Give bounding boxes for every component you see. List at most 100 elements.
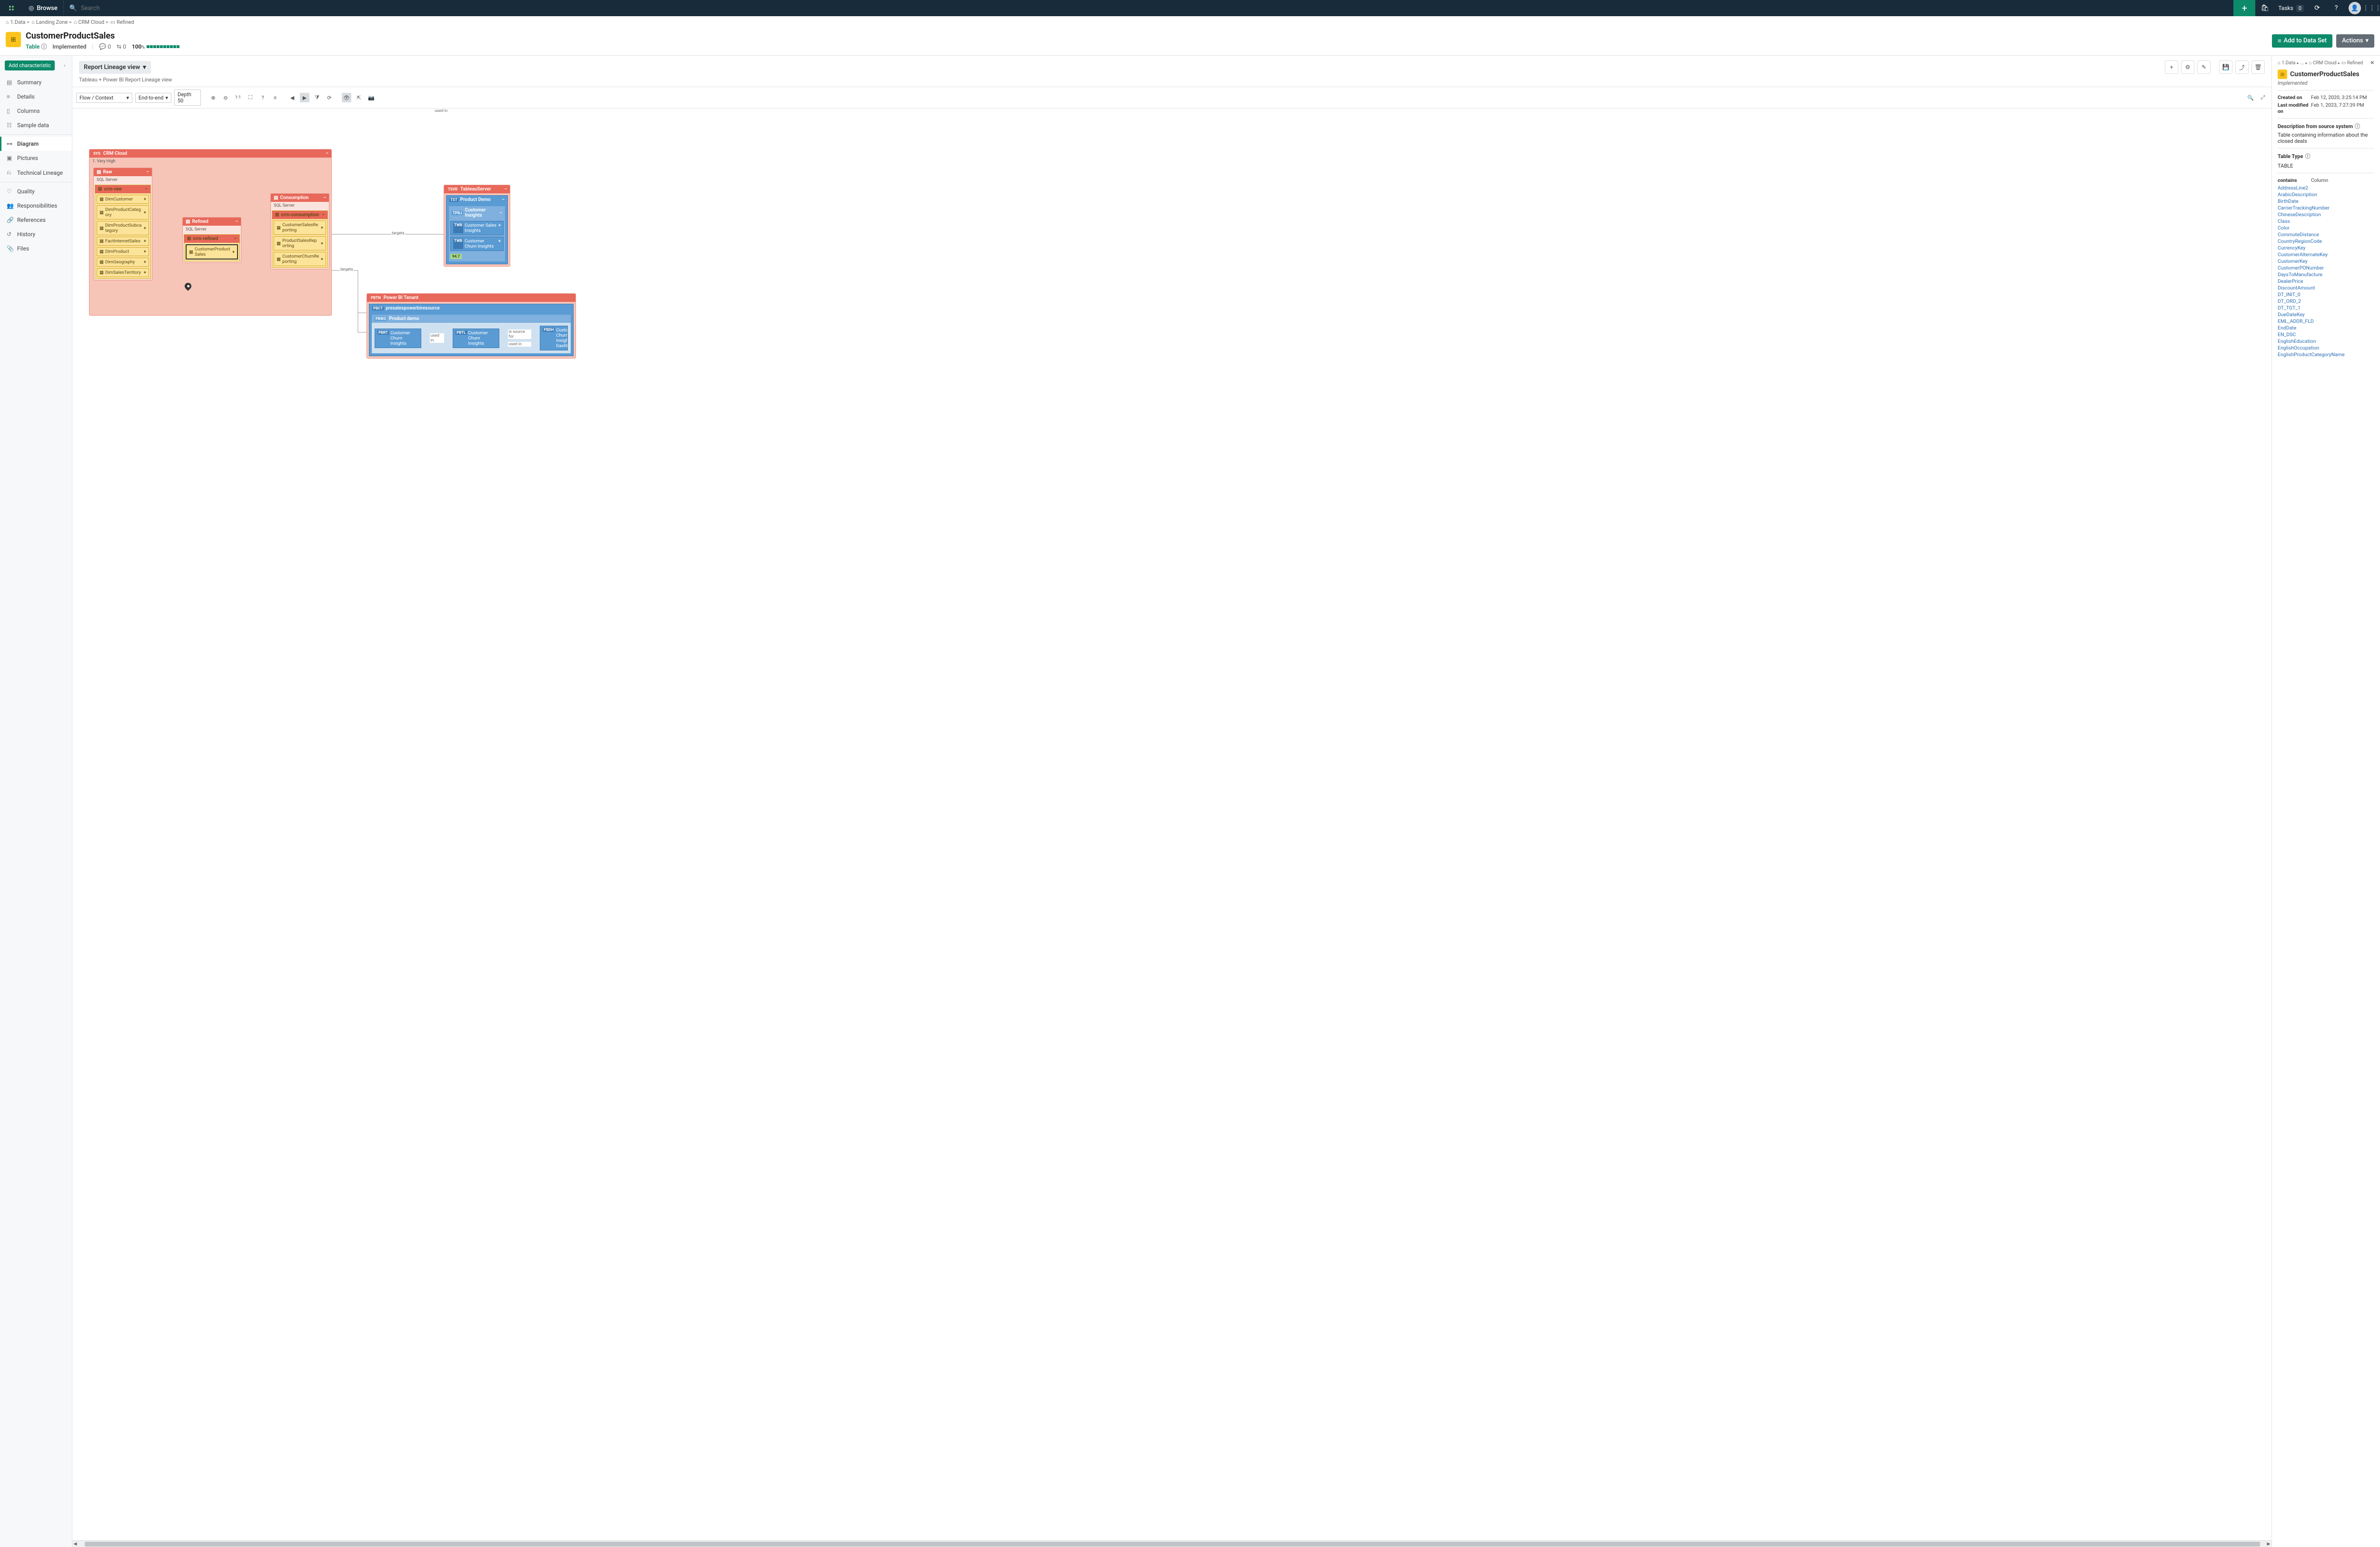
- crumb[interactable]: ...: [2301, 60, 2304, 66]
- delete-toolbar-button[interactable]: 🗑: [2251, 60, 2265, 74]
- node-refined[interactable]: ▤Refined− SQL Server ⊞crm-refined− ▦Cust…: [182, 217, 241, 263]
- sidebar-item-pictures[interactable]: ▣Pictures: [0, 151, 72, 165]
- expand-icon[interactable]: +: [498, 223, 501, 233]
- refresh-diagram-button[interactable]: ⟳: [325, 93, 334, 102]
- node-table-productsalesreporting[interactable]: ▦ProductSalesReporting+: [274, 236, 326, 250]
- help-button[interactable]: ?: [2327, 0, 2346, 16]
- refresh-button[interactable]: ⟳: [2308, 0, 2327, 16]
- search-diagram-button[interactable]: 🔍: [2246, 93, 2255, 102]
- sidebar-item-sample-data[interactable]: ☷Sample data: [0, 118, 72, 132]
- expand-icon[interactable]: +: [144, 226, 146, 231]
- sidebar-item-diagram[interactable]: ⊶Diagram: [0, 137, 72, 151]
- column-link[interactable]: CustomerPONumber: [2278, 265, 2374, 271]
- crumb[interactable]: ▭ Refined: [2341, 60, 2363, 66]
- info-icon[interactable]: ⓘ: [2355, 122, 2360, 130]
- info-icon[interactable]: ⓘ: [2305, 152, 2310, 160]
- collapse-icon[interactable]: −: [504, 187, 507, 192]
- close-icon[interactable]: ✕: [2370, 60, 2374, 66]
- sidebar-item-quality[interactable]: ♡Quality: [0, 184, 72, 199]
- sidebar-item-files[interactable]: 📎Files: [0, 241, 72, 256]
- search-bar[interactable]: 🔍: [64, 5, 2234, 12]
- column-link[interactable]: ChineseDescription: [2278, 211, 2374, 218]
- add-button[interactable]: +: [2233, 0, 2255, 16]
- crumb-refined[interactable]: ▭ Refined: [110, 19, 134, 25]
- node-table-dimproductcategory[interactable]: ▦DimProductCategory+: [97, 205, 149, 220]
- zoom-11-button[interactable]: 1:1: [233, 93, 243, 102]
- diagram-canvas[interactable]: targets targets targets targets used in …: [72, 109, 2271, 1540]
- fit-button[interactable]: ⛶: [246, 93, 255, 102]
- collapse-icon[interactable]: −: [145, 187, 148, 192]
- horizontal-scrollbar[interactable]: ◀ ▶: [72, 1540, 2271, 1547]
- collapse-right-button[interactable]: ▶: [300, 93, 309, 102]
- camera-button[interactable]: 📷: [367, 93, 376, 102]
- column-link[interactable]: EndDate: [2278, 325, 2374, 331]
- node-pbi-tile[interactable]: PBTLCustomer Churn Insights: [453, 329, 499, 348]
- column-link[interactable]: CustomerAlternateKey: [2278, 251, 2374, 258]
- scroll-right-icon[interactable]: ▶: [2266, 1542, 2271, 1547]
- list-button[interactable]: ≡: [270, 93, 280, 102]
- column-link[interactable]: EN_DSC: [2278, 331, 2374, 338]
- expand-icon[interactable]: +: [144, 210, 146, 215]
- edit-toolbar-button[interactable]: ✎: [2197, 60, 2211, 74]
- column-link[interactable]: DiscountAmount: [2278, 285, 2374, 291]
- column-link[interactable]: CarrierTrackingNumber: [2278, 205, 2374, 211]
- column-link[interactable]: DealerPrice: [2278, 278, 2374, 284]
- quality-score[interactable]: 100%: [132, 43, 179, 50]
- browse-button[interactable]: ◎ Browse: [23, 0, 64, 16]
- collapse-icon[interactable]: −: [323, 195, 326, 200]
- filter-button[interactable]: ⧩: [312, 93, 322, 102]
- node-table-customersalesreporting[interactable]: ▦CustomerSalesReporting+: [274, 220, 326, 235]
- zoom-out-button[interactable]: ⊖: [221, 93, 230, 102]
- column-link[interactable]: CurrencyKey: [2278, 245, 2374, 251]
- crumb-data[interactable]: ⌂ 1.Data: [6, 19, 26, 25]
- node-table-dimcustomer[interactable]: ▦DimCustomer+: [97, 195, 149, 204]
- collapse-icon[interactable]: −: [235, 219, 238, 224]
- collapse-icon[interactable]: −: [499, 210, 502, 216]
- depth-input[interactable]: Depth 50: [174, 90, 201, 106]
- column-link[interactable]: EnglishOccupation: [2278, 345, 2374, 351]
- fullscreen-button[interactable]: ⤢: [2258, 93, 2268, 102]
- expand-icon[interactable]: +: [144, 249, 146, 254]
- node-table-dimsalesterritory[interactable]: ▦DimSalesTerritory+: [97, 268, 149, 277]
- collapse-sidebar-button[interactable]: ‹: [64, 62, 67, 69]
- search-input[interactable]: [81, 5, 176, 12]
- settings-toolbar-button[interactable]: ⚙: [2181, 60, 2194, 74]
- collapse-icon[interactable]: −: [234, 236, 237, 241]
- column-link[interactable]: Class: [2278, 218, 2374, 224]
- node-table-factinternetsales[interactable]: ▦FactInternetSales+: [97, 237, 149, 246]
- export-button[interactable]: ⇱: [354, 93, 364, 102]
- column-link[interactable]: DaysToManufacture: [2278, 271, 2374, 278]
- node-workbook-sales[interactable]: TWBCustomer Sales Insights+: [450, 221, 504, 235]
- expand-icon[interactable]: +: [144, 197, 146, 202]
- node-tableau-project[interactable]: TPRJCustomer Insights− TWBCustomer Sales…: [448, 206, 506, 262]
- add-characteristic-button[interactable]: Add characteristic: [5, 60, 55, 70]
- expand-icon[interactable]: +: [232, 250, 235, 255]
- scroll-left-icon[interactable]: ◀: [72, 1542, 78, 1547]
- scroll-thumb[interactable]: [85, 1542, 2260, 1547]
- collapse-icon[interactable]: −: [502, 197, 505, 202]
- view-selector[interactable]: Report Lineage view ▾: [79, 61, 151, 74]
- asset-type[interactable]: Table ⓘ: [26, 42, 47, 50]
- comments-count[interactable]: 💬0: [99, 43, 111, 50]
- node-workbook-churn[interactable]: TWBCustomer Churn Insights+: [450, 237, 504, 251]
- zoom-in-button[interactable]: ⊕: [208, 93, 218, 102]
- column-link[interactable]: DT_INIT_0: [2278, 291, 2374, 298]
- column-link[interactable]: DT_ORD_2: [2278, 298, 2374, 304]
- expand-icon[interactable]: +: [498, 239, 501, 249]
- sidebar-item-history[interactable]: ↺History: [0, 227, 72, 241]
- column-link[interactable]: ArabicDescription: [2278, 191, 2374, 198]
- actions-button[interactable]: Actions ▾: [2336, 34, 2374, 48]
- node-pbi-report[interactable]: PBRTCustomer Churn Insights: [375, 329, 421, 348]
- collapse-left-button[interactable]: ◀: [288, 93, 297, 102]
- crumb[interactable]: ⌂ CRM Cloud: [2309, 60, 2336, 66]
- node-raw[interactable]: ▤Raw− SQL Server ⊞crm-raw− ▦DimCustomer+…: [93, 168, 152, 280]
- sidebar-item-references[interactable]: 🔗References: [0, 213, 72, 227]
- node-tableau-site[interactable]: TSTProduct Demo− TPRJCustomer Insights− …: [446, 195, 508, 264]
- user-avatar[interactable]: 👤: [2349, 2, 2361, 14]
- node-powerbi-tenant[interactable]: PBTNPower BI Tenant PBCTpresalespowerbir…: [367, 293, 576, 359]
- column-link[interactable]: DueDateKey: [2278, 311, 2374, 318]
- sidebar-item-responsibilities[interactable]: 👥Responsibilities: [0, 199, 72, 213]
- sidebar-item-columns[interactable]: ▯Columns: [0, 104, 72, 118]
- expand-icon[interactable]: +: [321, 225, 323, 230]
- apps-button[interactable]: ⋮⋮⋮: [2364, 5, 2380, 12]
